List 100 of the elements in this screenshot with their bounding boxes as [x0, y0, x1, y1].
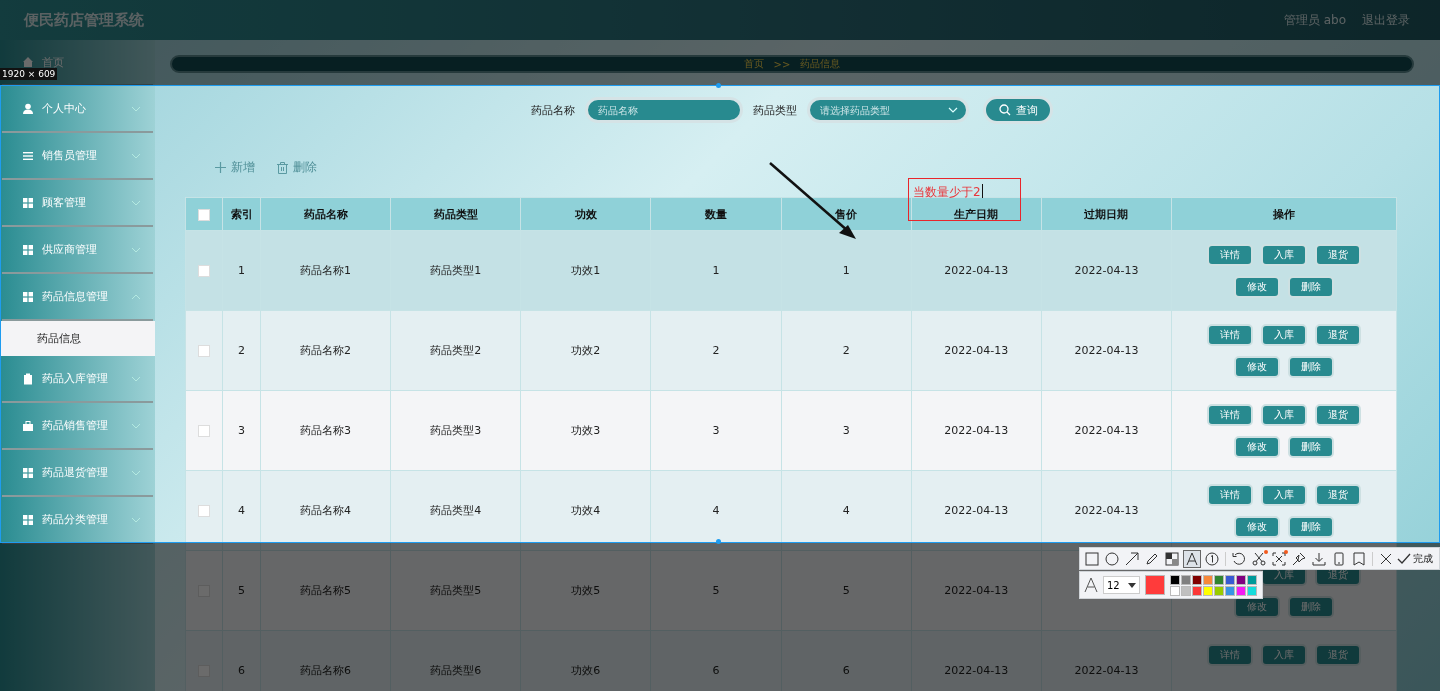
row-action-button[interactable]: 详情: [1207, 644, 1253, 666]
row-action-button[interactable]: 修改: [1234, 516, 1280, 538]
tool-button[interactable]: [1163, 549, 1181, 568]
table-cell: 功效4: [571, 504, 601, 517]
table-cell: 功效3: [571, 424, 601, 437]
color-swatch[interactable]: [1202, 585, 1213, 596]
circle-icon: [1104, 550, 1120, 567]
row-action-button[interactable]: 修改: [1234, 436, 1280, 458]
app-title: 便民药店管理系统: [24, 10, 144, 30]
row-checkbox[interactable]: [198, 265, 210, 277]
list-icon: [22, 149, 34, 162]
sidebar-item[interactable]: 药品退货管理: [2, 450, 153, 497]
sidebar-item[interactable]: 药品入库管理: [2, 356, 153, 403]
color-swatch[interactable]: [1246, 574, 1257, 585]
tool-button[interactable]: [1123, 549, 1141, 568]
input-field[interactable]: 药品名称: [596, 103, 732, 117]
row-action-button[interactable]: 详情: [1207, 404, 1253, 426]
logout-link[interactable]: 退出登录: [1362, 11, 1410, 29]
select-all-checkbox[interactable]: [198, 208, 210, 221]
sidebar-item[interactable]: 药品销售管理: [2, 403, 153, 450]
color-swatch[interactable]: [1224, 585, 1235, 596]
row-action-button[interactable]: 入库: [1261, 404, 1307, 426]
color-swatch[interactable]: [1224, 574, 1235, 585]
row-action-button[interactable]: 入库: [1261, 484, 1307, 506]
trash-icon: [277, 161, 288, 174]
column-header: 索引: [222, 197, 261, 231]
row-action-button[interactable]: 退货: [1315, 324, 1361, 346]
sidebar-item[interactable]: 个人中心: [2, 86, 153, 133]
table-cell: 3: [238, 424, 245, 437]
tool-button[interactable]: [1350, 549, 1368, 568]
sidebar-item[interactable]: 供应商管理: [2, 227, 153, 274]
breadcrumb-link[interactable]: 首页: [743, 57, 764, 71]
row-checkbox[interactable]: [198, 425, 210, 437]
color-swatch[interactable]: [1191, 585, 1202, 596]
column-header: 药品名称: [260, 197, 391, 231]
row-action-button[interactable]: 详情: [1207, 484, 1253, 506]
color-swatch[interactable]: [1235, 585, 1246, 596]
table-cell: 2: [238, 344, 245, 357]
resize-handle[interactable]: [716, 539, 721, 544]
row-action-button[interactable]: 入库: [1261, 644, 1307, 666]
color-swatch[interactable]: [1213, 585, 1224, 596]
row-checkbox[interactable]: [198, 505, 210, 517]
sidebar-item[interactable]: 药品分类管理: [2, 497, 153, 544]
sidebar-item[interactable]: 顾客管理: [2, 180, 153, 227]
row-action-button[interactable]: 删除: [1288, 276, 1334, 298]
row-action-button[interactable]: 退货: [1315, 484, 1361, 506]
table-cell: 功效1: [571, 264, 601, 277]
column-header: 售价: [781, 197, 912, 231]
row-action-button[interactable]: 详情: [1207, 244, 1253, 266]
color-swatch[interactable]: [1169, 585, 1180, 596]
plus-icon: [215, 162, 226, 173]
table-cell: 药品名称5: [300, 584, 352, 597]
name-search-box[interactable]: 药品名称: [585, 97, 743, 123]
color-swatch[interactable]: [1235, 574, 1246, 585]
sidebar-item[interactable]: 销售员管理: [2, 133, 153, 180]
color-swatch[interactable]: [1180, 574, 1191, 585]
tool-button[interactable]: [1250, 549, 1268, 568]
table-cell: 2: [712, 344, 720, 357]
color-swatch[interactable]: [1169, 574, 1180, 585]
row-action-button[interactable]: 入库: [1261, 244, 1307, 266]
bookmark-icon: [1351, 550, 1367, 567]
color-swatch[interactable]: [1191, 574, 1202, 585]
row-action-button[interactable]: 修改: [1234, 276, 1280, 298]
row-action-button[interactable]: 入库: [1261, 324, 1307, 346]
select-field[interactable]: 请选择药品类型: [818, 103, 948, 117]
table-cell: 5: [238, 584, 245, 597]
tool-button[interactable]: [1183, 549, 1201, 568]
row-action-button[interactable]: 删除: [1288, 436, 1334, 458]
row-action-button[interactable]: 删除: [1288, 516, 1334, 538]
color-swatch[interactable]: [1202, 574, 1213, 585]
row-action-button[interactable]: 退货: [1315, 244, 1361, 266]
color-swatch[interactable]: [1180, 585, 1191, 596]
tool-button[interactable]: [1203, 549, 1221, 568]
delete-button[interactable]: 删除: [277, 159, 317, 176]
color-swatch[interactable]: [1246, 585, 1257, 596]
table-cell: 2022-04-13: [944, 424, 1009, 437]
resize-handle[interactable]: [716, 83, 721, 88]
font-icon: [1084, 577, 1098, 593]
color-swatch[interactable]: [1213, 574, 1224, 585]
chevron-icon: [131, 375, 141, 382]
submenu-item[interactable]: 药品信息: [0, 321, 155, 356]
row-checkbox[interactable]: [198, 345, 210, 357]
row-action-button[interactable]: 删除: [1288, 356, 1334, 378]
add-button[interactable]: 新增: [215, 159, 255, 176]
done-button[interactable]: 完成: [1397, 551, 1433, 566]
current-color-swatch[interactable]: [1144, 575, 1165, 595]
table-cell: 2022-04-13: [944, 584, 1009, 597]
row-action-button[interactable]: 退货: [1315, 404, 1361, 426]
font-size-dropdown[interactable]: 12: [1103, 576, 1140, 594]
tool-button[interactable]: [1103, 549, 1121, 568]
row-action-button[interactable]: 退货: [1315, 644, 1361, 666]
caret-icon: [1127, 582, 1136, 588]
download-icon: [1311, 550, 1327, 567]
row-action-button[interactable]: 修改: [1234, 356, 1280, 378]
tool-button[interactable]: [1270, 549, 1288, 568]
row-action-button[interactable]: 删除: [1288, 596, 1334, 618]
notification-dot: [1264, 549, 1268, 554]
row-action-button[interactable]: 详情: [1207, 324, 1253, 346]
search-button[interactable]: 查询: [983, 96, 1053, 124]
type-dropdown[interactable]: 请选择药品类型: [807, 97, 969, 123]
